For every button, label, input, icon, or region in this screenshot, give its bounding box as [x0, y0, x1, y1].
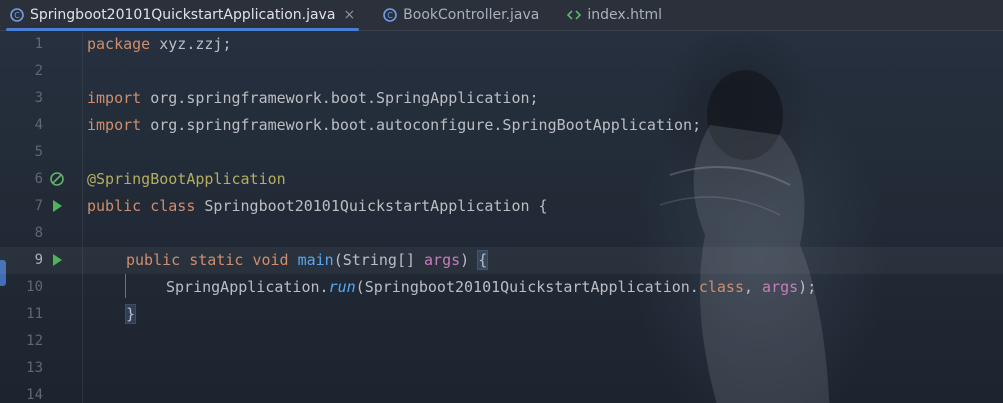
close-icon[interactable]: × — [343, 7, 355, 23]
code-text: import org.springframework.boot.SpringAp… — [87, 89, 539, 107]
line-number: 12 — [26, 333, 43, 349]
code-line: 6 @SpringBootApplication — [0, 166, 1003, 193]
line-number: 5 — [34, 144, 43, 160]
code-line: 7 public class Springboot20101Quickstart… — [0, 193, 1003, 220]
line-number: 8 — [34, 225, 43, 241]
run-icon[interactable] — [49, 198, 65, 214]
line-number: 6 — [34, 171, 43, 187]
code-line: 13 — [0, 355, 1003, 382]
code-line: 3 import org.springframework.boot.Spring… — [0, 85, 1003, 112]
line-number: 14 — [26, 387, 43, 403]
code-line: 14 — [0, 382, 1003, 403]
code-line: 8 — [0, 220, 1003, 247]
code-text: import org.springframework.boot.autoconf… — [87, 116, 702, 134]
ide-window: C Springboot20101QuickstartApplication.j… — [0, 0, 1003, 403]
line-number: 1 — [34, 36, 43, 52]
java-class-icon: C — [383, 8, 397, 22]
code-editor[interactable]: 1 package xyz.zzj; 2 3 import org.spring… — [0, 31, 1003, 403]
line-number: 9 — [34, 252, 43, 268]
line-number: 2 — [34, 63, 43, 79]
code-line: 2 — [0, 58, 1003, 85]
tab-label: Springboot20101QuickstartApplication.jav… — [30, 7, 336, 23]
brace-highlight: { — [477, 250, 489, 270]
line-number: 11 — [26, 306, 43, 322]
spring-bean-icon[interactable] — [49, 171, 65, 187]
code-text: package xyz.zzj; — [87, 35, 232, 53]
brace-highlight: } — [124, 304, 137, 324]
html-file-icon — [567, 8, 582, 22]
code-text: public static void main(String[] args) { — [126, 250, 489, 270]
code-text: SpringApplication.run(Springboot20101Qui… — [166, 278, 817, 296]
tab-book-controller[interactable]: C BookController.java — [373, 0, 549, 30]
svg-text:C: C — [387, 11, 393, 20]
tab-springboot-application[interactable]: C Springboot20101QuickstartApplication.j… — [0, 0, 365, 31]
indent-guide — [125, 274, 126, 298]
line-number: 7 — [34, 198, 43, 214]
code-line: 5 — [0, 139, 1003, 166]
run-icon[interactable] — [49, 252, 65, 268]
tab-label: BookController.java — [403, 7, 540, 23]
code-text: public class Springboot20101QuickstartAp… — [87, 197, 548, 215]
code-line: 1 package xyz.zzj; — [0, 31, 1003, 58]
code-line-current: 9 public static void main(String[] args)… — [0, 247, 1003, 274]
code-text: } — [124, 301, 137, 328]
editor-tab-bar: C Springboot20101QuickstartApplication.j… — [0, 0, 1003, 31]
tab-index-html[interactable]: index.html — [557, 0, 672, 30]
svg-text:C: C — [14, 11, 20, 20]
code-line: 10 SpringApplication.run(Springboot20101… — [0, 274, 1003, 301]
java-class-icon: C — [10, 8, 24, 22]
code-line: 4 import org.springframework.boot.autoco… — [0, 112, 1003, 139]
line-number: 4 — [34, 117, 43, 133]
tab-label: index.html — [587, 7, 663, 23]
code-line: 11 } — [0, 301, 1003, 328]
line-number: 10 — [26, 279, 43, 295]
code-text: @SpringBootApplication — [87, 170, 286, 188]
line-number: 3 — [34, 90, 43, 106]
code-line: 12 — [0, 328, 1003, 355]
line-number: 13 — [26, 360, 43, 376]
